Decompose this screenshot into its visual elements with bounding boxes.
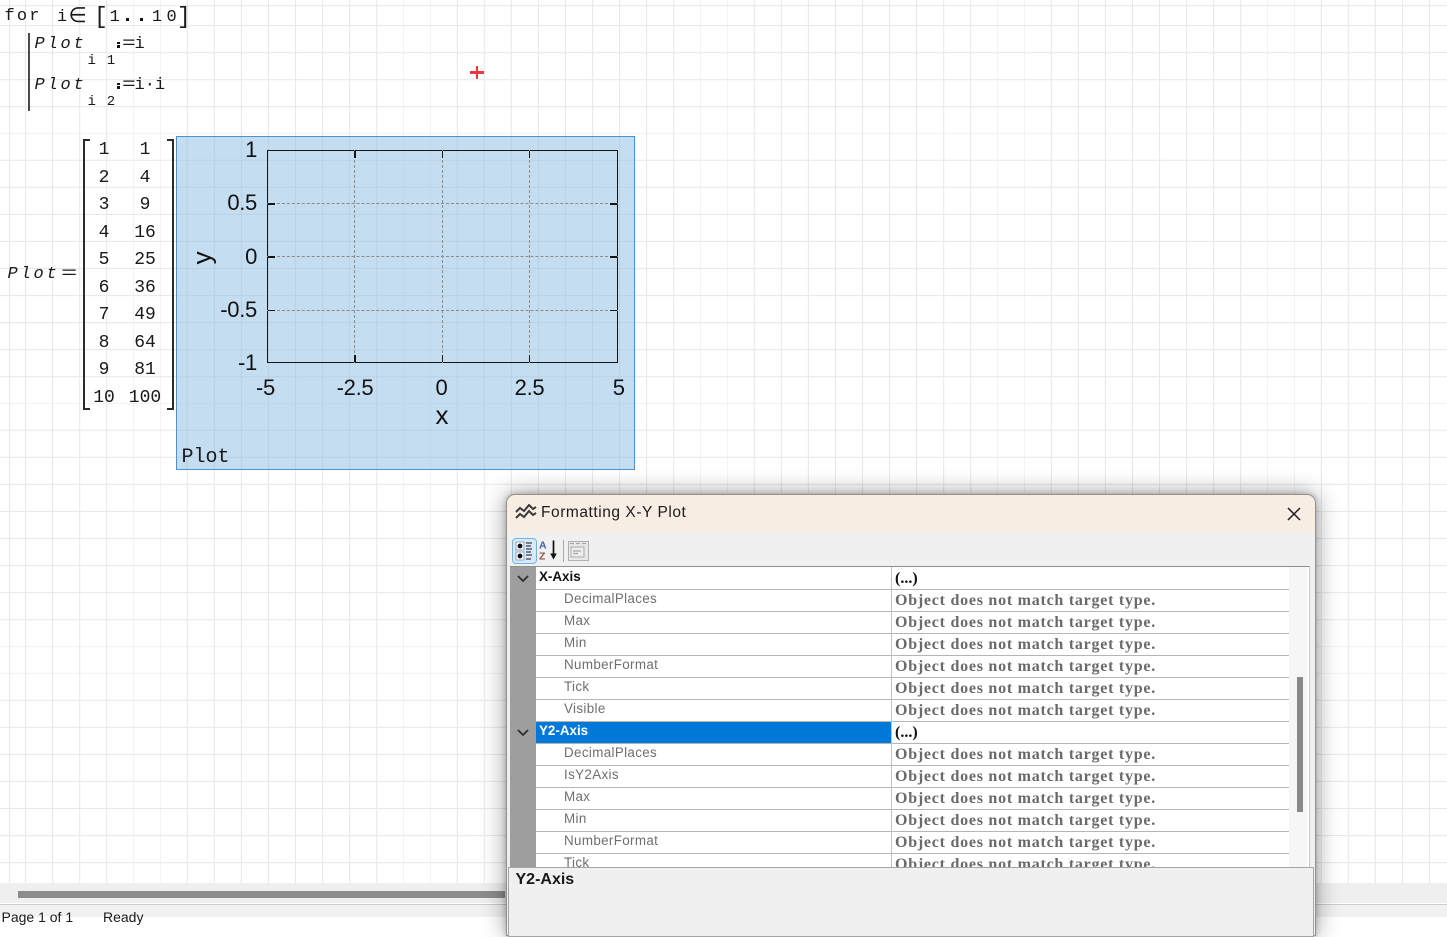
- svg-text:Z: Z: [539, 551, 546, 563]
